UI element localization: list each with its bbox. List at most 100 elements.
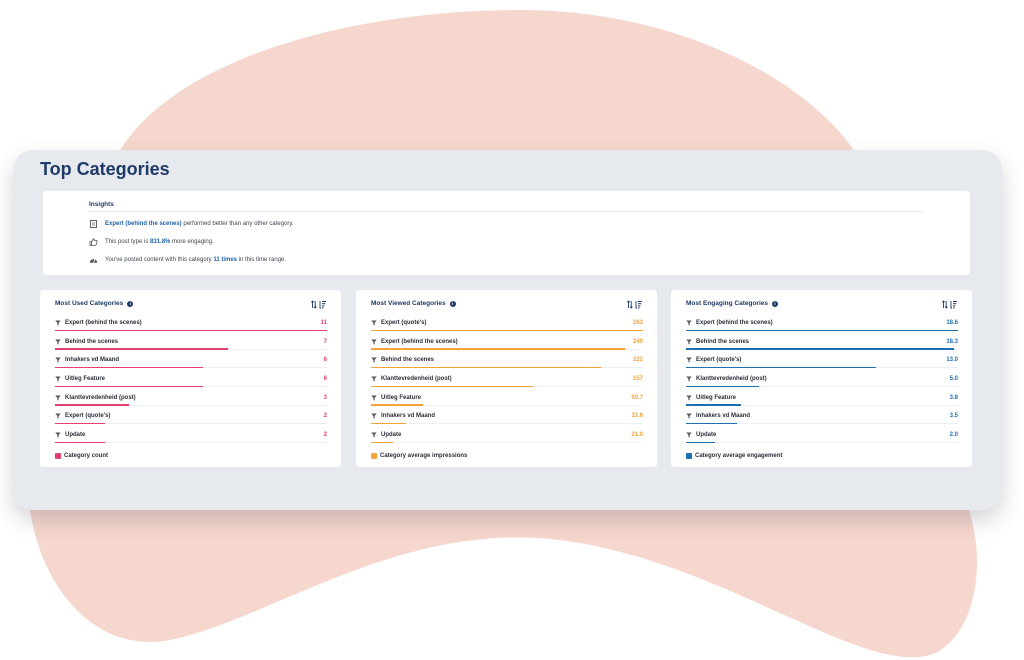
panel-most-engaging: Most Engaging Categories i Expert (behin… — [671, 290, 972, 467]
category-row[interactable]: Expert (quote's) 263 — [371, 318, 643, 337]
category-row[interactable]: Inhakers vd Maand 33.6 — [371, 411, 643, 430]
category-name: Expert (behind the scenes) — [696, 320, 773, 326]
sort-icon[interactable] — [942, 300, 958, 309]
panel-most-used: Most Used Categories i Expert (behind th… — [40, 290, 341, 467]
category-label: Expert (quote's) — [371, 320, 426, 326]
bar-track — [371, 423, 643, 425]
value-bar — [371, 404, 424, 406]
insights-divider — [89, 211, 924, 212]
thumbs-up-icon — [89, 238, 98, 246]
category-label: Inhakers vd Maand — [686, 413, 750, 419]
category-row[interactable]: Behind the scenes 18.3 — [686, 337, 958, 356]
category-value: 6 — [323, 357, 327, 364]
filter-icon[interactable] — [55, 376, 61, 382]
value-bar — [371, 348, 625, 350]
category-name: Behind the scenes — [381, 357, 435, 364]
filter-icon[interactable] — [55, 432, 61, 438]
info-icon[interactable]: i — [449, 300, 456, 307]
category-label: Expert (quote's) — [55, 413, 110, 419]
category-label: Klanttevredenheid (post) — [371, 376, 452, 382]
category-row[interactable]: Uitleg Feature 6 — [55, 374, 327, 393]
category-row[interactable]: Update 2 — [55, 430, 327, 449]
insight-text: This post type is — [105, 239, 151, 245]
category-row[interactable]: Uitleg Feature 3.8 — [686, 393, 958, 412]
filter-icon[interactable] — [55, 413, 61, 420]
category-row[interactable]: Expert (quote's) 2 — [55, 411, 327, 430]
filter-icon[interactable] — [686, 376, 692, 382]
value-bar — [371, 441, 393, 444]
category-name: Uitleg Feature — [381, 394, 422, 401]
filter-icon[interactable] — [686, 413, 692, 420]
category-row[interactable]: Expert (quote's) 13.0 — [686, 355, 958, 374]
category-label: Uitleg Feature — [686, 395, 736, 401]
category-row[interactable]: Update 21.0 — [371, 430, 643, 449]
chart-legend: Category average engagement — [686, 453, 782, 459]
filter-icon[interactable] — [371, 357, 377, 363]
category-row[interactable]: Behind the scenes 222 — [371, 355, 643, 374]
filter-icon[interactable] — [371, 395, 377, 401]
category-list: Expert (behind the scenes) 11 Behind the s… — [55, 318, 327, 449]
value-bar — [371, 422, 406, 425]
category-value: 7 — [323, 338, 327, 345]
sort-icon[interactable] — [627, 300, 643, 309]
panel-title-text: Most Used Categories — [55, 300, 124, 307]
category-name: Update — [696, 432, 717, 439]
filter-icon[interactable] — [55, 395, 61, 401]
category-value: 157 — [632, 376, 643, 383]
category-row[interactable]: Klanttevredenheid (post) 5.0 — [686, 374, 958, 393]
category-value: 2.0 — [949, 432, 958, 439]
category-row[interactable]: Inhakers vd Maand 6 — [55, 355, 327, 374]
filter-icon[interactable] — [371, 432, 377, 438]
category-row[interactable]: Expert (behind the scenes) 245 — [371, 337, 643, 356]
filter-icon[interactable] — [686, 432, 692, 438]
filter-icon[interactable] — [371, 320, 377, 326]
value-bar — [55, 422, 105, 425]
filter-icon[interactable] — [55, 339, 61, 345]
category-name: Klanttevredenheid (post) — [65, 394, 136, 401]
filter-icon[interactable] — [686, 395, 692, 401]
value-bar — [686, 348, 954, 350]
filter-icon[interactable] — [371, 376, 377, 382]
category-value: 13.0 — [946, 357, 958, 364]
category-name: Update — [65, 432, 86, 439]
category-name: Uitleg Feature — [65, 376, 106, 383]
insight-row-engagement: This post type is 831.8% more engaging. — [89, 238, 214, 246]
category-name: Inhakers vd Maand — [696, 413, 751, 420]
category-name: Klanttevredenheid (post) — [696, 376, 767, 383]
filter-icon[interactable] — [686, 357, 692, 363]
bar-track — [371, 442, 643, 444]
category-row[interactable]: Klanttevredenheid (post) 157 — [371, 374, 643, 393]
value-bar — [686, 385, 760, 387]
category-row[interactable]: Behind the scenes 7 — [55, 337, 327, 356]
insight-row-best-category: Expert (behind the scenes) performed bet… — [89, 220, 294, 228]
category-value: 5.0 — [949, 376, 958, 383]
category-list: Expert (behind the scenes) 18.6 Behind the… — [686, 318, 958, 449]
insight-best-category[interactable]: Expert (behind the scenes) — [105, 221, 182, 227]
filter-icon[interactable] — [55, 320, 61, 326]
category-label: Behind the scenes — [686, 339, 749, 345]
category-row[interactable]: Klanttevredenheid (post) 3 — [55, 393, 327, 412]
info-icon[interactable]: i — [127, 300, 134, 307]
filter-icon[interactable] — [686, 339, 692, 345]
category-label: Inhakers vd Maand — [55, 357, 119, 363]
filter-icon[interactable] — [371, 339, 377, 345]
top-categories-card: Top Categories Insights Expert (behind t… — [13, 150, 1002, 510]
category-row[interactable]: Inhakers vd Maand 3.5 — [686, 411, 958, 430]
category-value: 33.6 — [631, 413, 643, 420]
filter-icon[interactable] — [686, 320, 692, 326]
category-row[interactable]: Expert (behind the scenes) 11 — [55, 318, 327, 337]
panel-title-text: Most Engaging Categories — [686, 300, 768, 307]
category-value: 18.3 — [946, 338, 958, 345]
category-row[interactable]: Update 2.0 — [686, 430, 958, 449]
info-icon[interactable]: i — [771, 300, 778, 307]
filter-icon[interactable] — [371, 413, 377, 420]
filter-icon[interactable] — [55, 357, 61, 363]
category-name: Expert (quote's) — [696, 357, 742, 364]
category-name: Expert (behind the scenes) — [65, 320, 142, 326]
insight-text: in this time range. — [237, 257, 287, 263]
category-row[interactable]: Expert (behind the scenes) 18.6 — [686, 318, 958, 337]
value-bar — [686, 441, 716, 444]
category-value: 50.7 — [631, 394, 643, 401]
category-row[interactable]: Uitleg Feature 50.7 — [371, 393, 643, 412]
sort-icon[interactable] — [311, 300, 327, 309]
